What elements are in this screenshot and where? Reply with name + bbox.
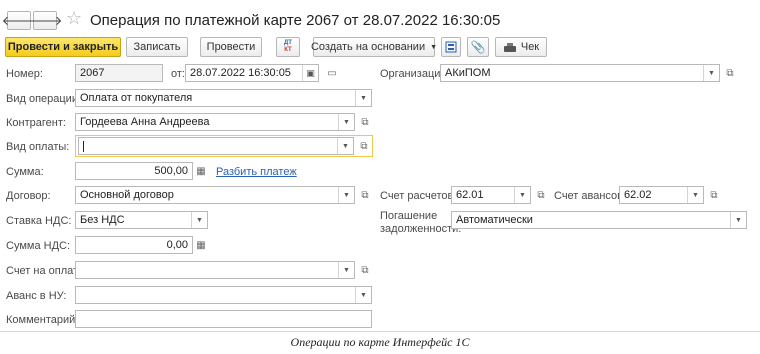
contract-label: Договор:	[6, 190, 51, 202]
number-field[interactable]: 2067	[75, 64, 163, 82]
number-value: 2067	[80, 67, 105, 79]
advance-nu-field[interactable]: ▼	[75, 286, 372, 304]
settlement-account-label: Счет расчетов:	[380, 190, 457, 202]
document-structure-button[interactable]	[441, 37, 461, 57]
chevron-down-icon[interactable]: ▼	[355, 287, 371, 303]
chevron-down-icon[interactable]: ▼	[355, 90, 371, 106]
notes-icon[interactable]: ▭	[325, 66, 339, 80]
counterparty-field[interactable]: Гордеева Анна Андреева ▼	[75, 113, 355, 131]
chevron-down-icon[interactable]: ▼	[730, 212, 746, 228]
amount-label: Сумма:	[6, 166, 44, 178]
payment-type-field[interactable]: ▼	[78, 137, 354, 155]
vat-amount-label: Сумма НДС:	[6, 240, 71, 252]
open-advance-account-icon[interactable]: ⧉	[707, 188, 721, 202]
open-payment-type-icon[interactable]: ⧉	[357, 139, 371, 153]
comment-field[interactable]	[75, 310, 372, 328]
counterparty-value: Гордеева Анна Андреева	[80, 116, 210, 128]
dt-kt-button[interactable]: ДТ КТ	[276, 37, 300, 57]
chevron-down-icon[interactable]: ▼	[703, 65, 719, 81]
create-based-on-button[interactable]: Создать на основании ▼	[310, 37, 438, 57]
vat-amount-field[interactable]: 0,00	[75, 236, 193, 254]
caption-divider	[0, 331, 760, 332]
vat-amount-value: 0,00	[166, 239, 188, 251]
organization-label: Организация:	[380, 68, 450, 80]
chevron-down-icon[interactable]: ▼	[337, 138, 353, 154]
comment-label: Комментарий:	[6, 314, 79, 326]
organization-field[interactable]: АКиПОМ ▼	[440, 64, 720, 82]
save-button[interactable]: Записать	[126, 37, 188, 57]
favorite-star-icon[interactable]: ☆	[66, 8, 82, 29]
page-title: Операция по платежной карте 2067 от 28.0…	[90, 12, 501, 29]
chevron-down-icon[interactable]: ▼	[191, 212, 207, 228]
debt-repayment-label-line2: задолженности:	[380, 223, 462, 235]
debt-repayment-label-line1: Погашение	[380, 210, 438, 222]
chevron-down-icon: ▼	[430, 43, 438, 51]
chevron-down-icon[interactable]: ▼	[338, 262, 354, 278]
calculator-icon[interactable]: ▦	[194, 238, 208, 252]
settlement-account-field[interactable]: 62.01 ▼	[451, 186, 531, 204]
post-and-close-button[interactable]: Провести и закрыть	[5, 37, 121, 57]
split-payment-link[interactable]: Разбить платеж	[216, 166, 297, 178]
structure-icon	[445, 41, 457, 53]
create-based-on-label: Создать на основании	[310, 41, 426, 53]
debt-repayment-field[interactable]: Автоматически ▼	[451, 211, 747, 229]
open-counterparty-icon[interactable]: ⧉	[358, 115, 372, 129]
organization-value: АКиПОМ	[445, 67, 491, 79]
debt-repayment-value: Автоматически	[456, 214, 533, 226]
advance-account-label: Счет авансов:	[554, 190, 627, 202]
calculator-icon[interactable]: ▦	[194, 164, 208, 178]
dt-kt-icon-top: ДТ	[284, 40, 292, 46]
attach-file-button[interactable]: 📎	[467, 37, 489, 57]
chevron-down-icon[interactable]: ▼	[338, 187, 354, 203]
open-contract-icon[interactable]: ⧉	[358, 188, 372, 202]
cash-register-icon	[503, 42, 516, 52]
dt-kt-icon-bottom: КТ	[284, 47, 292, 53]
operation-type-field[interactable]: Оплата от покупателя ▼	[75, 89, 372, 107]
vat-rate-field[interactable]: Без НДС ▼	[75, 211, 208, 229]
date-field[interactable]: 28.07.2022 16:30:05 ▣	[185, 64, 319, 82]
post-button[interactable]: Провести	[200, 37, 262, 57]
counterparty-label: Контрагент:	[6, 117, 66, 129]
forward-button[interactable]: 🡒	[28, 11, 62, 30]
open-organization-icon[interactable]: ⧉	[723, 66, 737, 80]
operation-type-label: Вид операции:	[6, 93, 82, 105]
number-label: Номер:	[6, 68, 43, 80]
text-cursor	[83, 140, 84, 152]
chevron-down-icon[interactable]: ▼	[514, 187, 530, 203]
amount-field[interactable]: 500,00	[75, 162, 193, 180]
receipt-label: Чек	[520, 41, 540, 53]
vat-rate-value: Без НДС	[80, 214, 125, 226]
paperclip-icon: 📎	[470, 40, 486, 54]
vat-rate-label: Ставка НДС:	[6, 215, 72, 227]
figure-caption: Операции по карте Интерфейс 1С	[290, 335, 470, 349]
date-label: от:	[171, 68, 185, 80]
operation-type-value: Оплата от покупателя	[80, 92, 193, 104]
invoice-field[interactable]: ▼	[75, 261, 355, 279]
settlement-account-value: 62.01	[456, 189, 484, 201]
receipt-button[interactable]: Чек	[495, 37, 547, 57]
arrow-right-icon: 🡒	[27, 12, 63, 28]
date-value: 28.07.2022 16:30:05	[190, 67, 291, 79]
amount-value: 500,00	[154, 165, 188, 177]
open-invoice-icon[interactable]: ⧉	[358, 263, 372, 277]
open-settlement-account-icon[interactable]: ⧉	[534, 188, 548, 202]
chevron-down-icon[interactable]: ▼	[687, 187, 703, 203]
contract-value: Основной договор	[80, 189, 174, 201]
advance-nu-label: Аванс в НУ:	[6, 290, 67, 302]
contract-field[interactable]: Основной договор ▼	[75, 186, 355, 204]
chevron-down-icon[interactable]: ▼	[338, 114, 354, 130]
advance-account-value: 62.02	[624, 189, 652, 201]
advance-account-field[interactable]: 62.02 ▼	[619, 186, 704, 204]
calendar-icon[interactable]: ▣	[302, 65, 318, 81]
payment-type-label: Вид оплаты:	[6, 141, 70, 153]
